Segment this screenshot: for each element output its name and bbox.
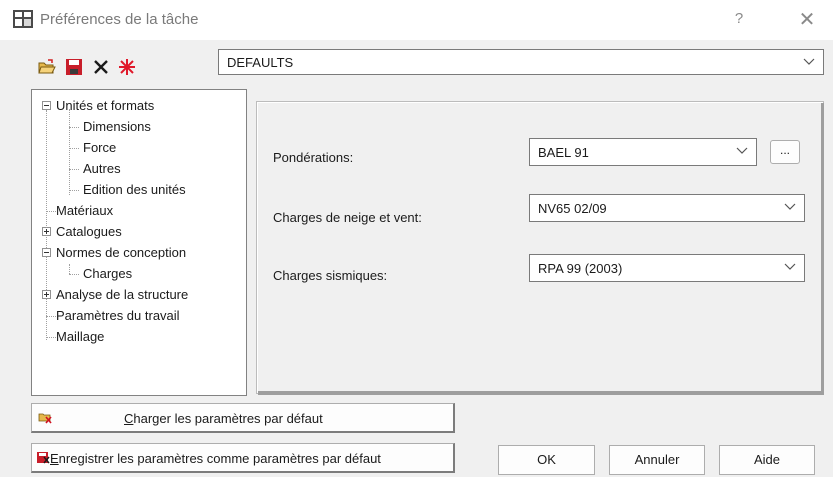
neige-vent-value: NV65 02/09 [538, 201, 607, 216]
preset-dropdown[interactable]: DEFAULTS [218, 49, 824, 75]
chevron-down-icon [784, 263, 796, 270]
tree-item-normes-conception[interactable]: Normes de conception [56, 245, 186, 260]
collapse-icon[interactable] [42, 101, 51, 110]
open-folder-icon[interactable] [38, 58, 56, 76]
chevron-down-icon [784, 203, 796, 210]
tree-item-analyse-structure[interactable]: Analyse de la structure [56, 287, 188, 302]
close-button[interactable]: ✕ [793, 7, 821, 32]
neige-vent-label: Charges de neige et vent: [273, 210, 422, 225]
expand-icon[interactable] [42, 290, 51, 299]
load-defaults-button[interactable]: Charger les paramètres par défaut [31, 403, 455, 433]
title-bar: Préférences de la tâche ? ✕ [0, 0, 833, 40]
save-defaults-icon [37, 452, 50, 464]
ponderations-value: BAEL 91 [538, 145, 589, 160]
new-star-icon[interactable] [118, 58, 136, 76]
help-button[interactable]: Aide [719, 445, 815, 475]
chevron-down-icon [803, 58, 815, 65]
tree-item-edition-unites[interactable]: Edition des unités [83, 182, 186, 197]
ponderations-label: Pondérations: [273, 150, 354, 165]
tree-item-autres[interactable]: Autres [83, 161, 121, 176]
collapse-icon[interactable] [42, 248, 51, 257]
chevron-down-icon [736, 147, 748, 154]
help-title-button[interactable]: ? [727, 10, 751, 27]
ponderations-dropdown[interactable]: BAEL 91 [529, 138, 757, 166]
save-defaults-button[interactable]: Enregistrer les paramètres comme paramèt… [31, 443, 455, 473]
ok-button[interactable]: OK [498, 445, 595, 475]
tree-item-maillage[interactable]: Maillage [56, 329, 104, 344]
tree-item-dimensions[interactable]: Dimensions [83, 119, 151, 134]
load-defaults-label: Charger les paramètres par défaut [124, 411, 323, 426]
app-icon [13, 10, 33, 28]
expand-icon[interactable] [42, 227, 51, 236]
preset-value: DEFAULTS [227, 55, 294, 70]
neige-vent-dropdown[interactable]: NV65 02/09 [529, 194, 805, 222]
tree-item-charges[interactable]: Charges [83, 266, 132, 281]
save-icon[interactable] [65, 58, 83, 76]
cancel-button[interactable]: Annuler [609, 445, 705, 475]
delete-icon[interactable] [92, 58, 110, 76]
sismiques-value: RPA 99 (2003) [538, 261, 623, 276]
load-defaults-icon [38, 413, 52, 424]
category-tree: Unités et formats Dimensions Force Autre… [31, 89, 247, 396]
save-defaults-label: Enregistrer les paramètres comme paramèt… [50, 451, 381, 466]
sismiques-dropdown[interactable]: RPA 99 (2003) [529, 254, 805, 282]
tree-item-parametres-travail[interactable]: Paramètres du travail [56, 308, 180, 323]
window-title: Préférences de la tâche [40, 11, 199, 28]
sismiques-label: Charges sismiques: [273, 268, 388, 283]
tree-item-force[interactable]: Force [83, 140, 116, 155]
tree-item-unites-formats[interactable]: Unités et formats [56, 98, 154, 113]
tree-item-catalogues[interactable]: Catalogues [56, 224, 122, 239]
panel-shadow [821, 103, 824, 395]
panel-shadow [258, 391, 824, 395]
tree-item-materiaux[interactable]: Matériaux [56, 203, 113, 218]
ponderations-browse-button[interactable]: ... [770, 140, 800, 164]
